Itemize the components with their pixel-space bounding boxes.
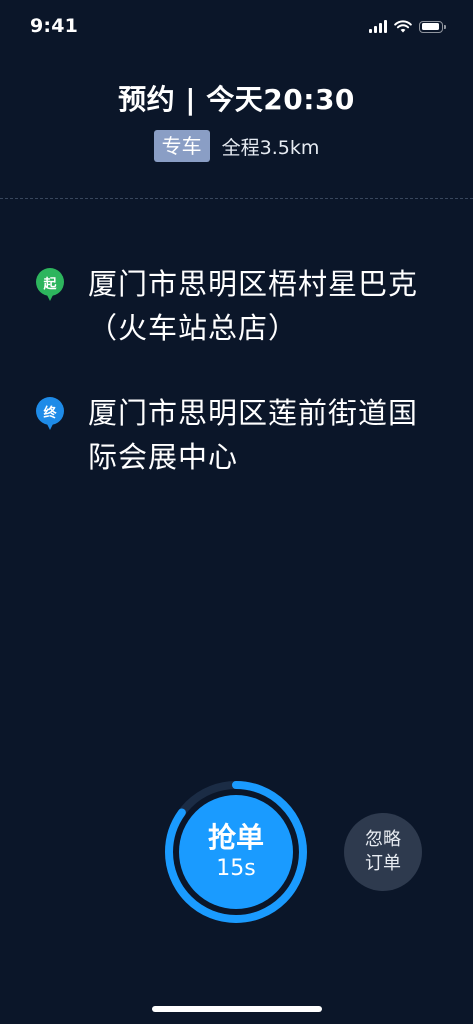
route-end: 终 厦门市思明区莲前街道国际会展中心: [36, 391, 433, 479]
route-start: 起 厦门市思明区梧村星巴克（火车站总店）: [36, 262, 433, 350]
ignore-order-label-line1: 忽略: [365, 829, 401, 850]
status-icons: [369, 20, 446, 33]
cellular-signal-icon: [369, 20, 387, 33]
service-type-badge: 专车: [153, 130, 210, 162]
dashed-divider: [0, 198, 473, 199]
end-pin-icon: 终: [36, 397, 64, 435]
ignore-order-label-line2: 订单: [365, 853, 401, 874]
wifi-icon: [394, 20, 412, 33]
grab-order-control: 抢单 15s: [162, 778, 310, 926]
status-time: 9:41: [30, 15, 79, 37]
ignore-order-button[interactable]: 忽略 订单: [344, 813, 422, 891]
start-address: 厦门市思明区梧村星巴克（火车站总店）: [88, 267, 419, 345]
end-address: 厦门市思明区莲前街道国际会展中心: [88, 396, 419, 474]
countdown-timer: 15s: [216, 856, 256, 881]
grab-order-label: 抢单: [207, 821, 264, 854]
page-title: 预约 | 今天20:30: [118, 83, 355, 116]
status-bar: 9:41: [0, 0, 473, 56]
battery-icon: [419, 20, 446, 33]
grab-order-button[interactable]: 抢单 15s: [179, 795, 293, 909]
home-indicator[interactable]: [152, 1006, 322, 1012]
start-pin-icon: 起: [36, 268, 64, 306]
trip-distance: 全程3.5km: [221, 136, 320, 159]
order-screen: 9:41 预约 | 今天20:30 专车 全程3.5km 起 厦门市思明区梧村星…: [0, 0, 473, 1024]
order-meta: 专车 全程3.5km: [0, 130, 473, 162]
